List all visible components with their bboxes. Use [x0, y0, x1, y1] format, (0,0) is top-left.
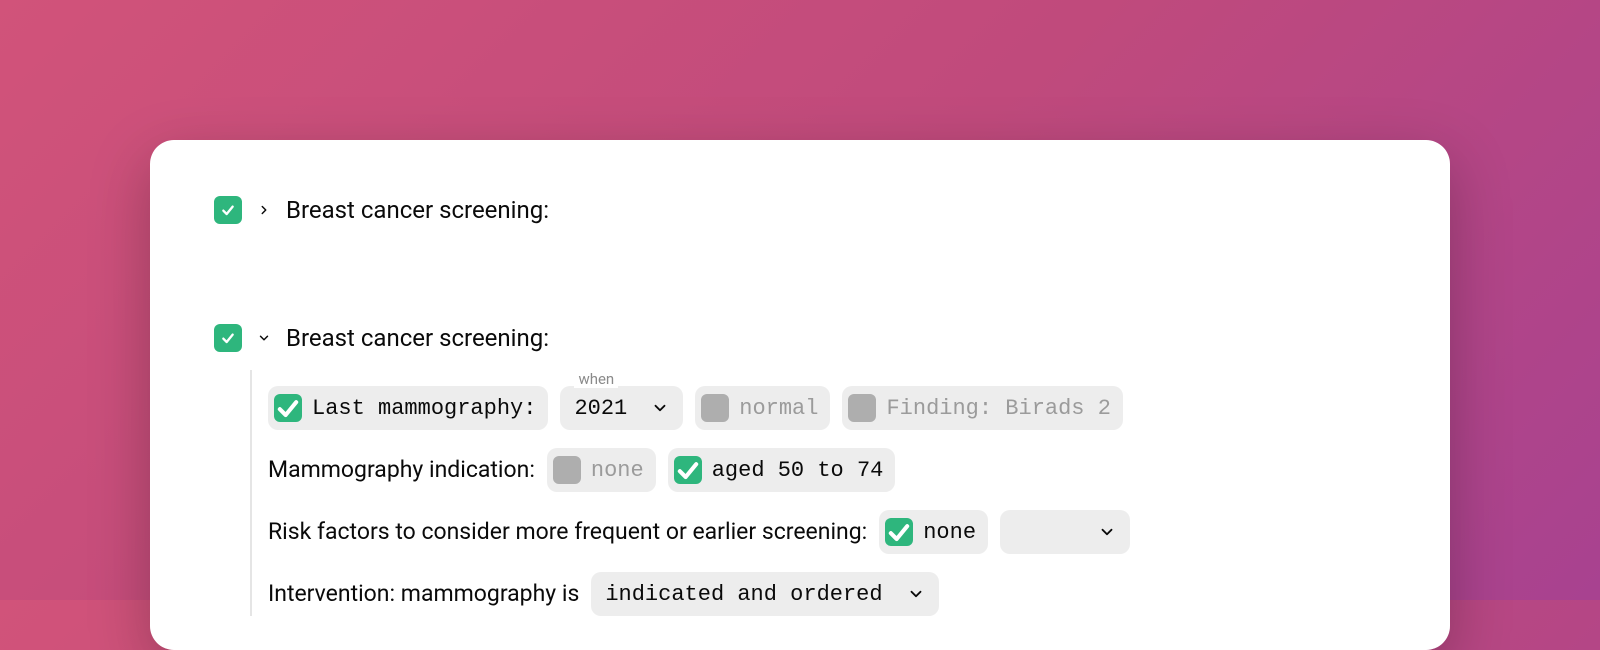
chip-checkbox[interactable] — [674, 456, 702, 484]
chevron-right-icon — [257, 203, 271, 217]
chip-checkbox[interactable] — [274, 394, 302, 422]
check-icon — [885, 518, 913, 546]
chip-label: none — [591, 458, 644, 483]
section-body: Last mammography: when 2021 normal Findi… — [250, 370, 1386, 616]
section-checkbox[interactable] — [214, 324, 242, 352]
intervention-dropdown[interactable]: indicated and ordered — [591, 572, 938, 616]
section-breast-cancer-expanded: Breast cancer screening: — [214, 324, 1386, 352]
chip-checkbox[interactable] — [885, 518, 913, 546]
chip-checkbox[interactable] — [553, 456, 581, 484]
chip-label: none — [923, 520, 976, 545]
row-risk-factors: Risk factors to consider more frequent o… — [268, 510, 1386, 554]
row-last-mammography: Last mammography: when 2021 normal Findi… — [268, 370, 1386, 430]
chip-indication-none[interactable]: none — [547, 448, 656, 492]
form-card: Breast cancer screening: Breast cancer s… — [150, 140, 1450, 650]
chip-label: Last mammography: — [312, 396, 536, 421]
chip-indication-aged[interactable]: aged 50 to 74 — [668, 448, 896, 492]
chip-checkbox[interactable] — [848, 394, 876, 422]
row-label: Mammography indication: — [268, 448, 535, 492]
section-checkbox[interactable] — [214, 196, 242, 224]
chip-finding-birads[interactable]: Finding: Birads 2 — [842, 386, 1122, 430]
chip-normal[interactable]: normal — [695, 386, 830, 430]
chip-last-mammography[interactable]: Last mammography: — [268, 386, 548, 430]
collapse-toggle[interactable] — [254, 328, 274, 348]
check-icon — [220, 330, 236, 346]
chevron-down-icon — [907, 585, 925, 603]
chip-risk-none[interactable]: none — [879, 510, 988, 554]
chip-label: normal — [739, 396, 818, 421]
row-label: Intervention: mammography is — [268, 572, 579, 616]
expand-toggle[interactable] — [254, 200, 274, 220]
when-dropdown[interactable]: 2021 — [560, 386, 683, 430]
chevron-down-icon — [651, 399, 669, 417]
dropdown-value: 2021 — [574, 396, 627, 421]
section-breast-cancer-collapsed: Breast cancer screening: — [214, 196, 1386, 224]
chevron-down-icon — [257, 331, 271, 345]
when-caption: when — [574, 370, 618, 388]
chevron-down-icon — [1098, 523, 1116, 541]
chip-label: Finding: Birads 2 — [886, 396, 1110, 421]
check-icon — [674, 456, 702, 484]
row-label: Risk factors to consider more frequent o… — [268, 510, 867, 554]
check-icon — [274, 394, 302, 422]
check-icon — [220, 202, 236, 218]
chip-label: aged 50 to 74 — [712, 458, 884, 483]
dropdown-value: indicated and ordered — [605, 582, 882, 607]
section-title: Breast cancer screening: — [286, 196, 549, 224]
when-field: when 2021 — [560, 370, 683, 430]
row-indication: Mammography indication: none aged 50 to … — [268, 448, 1386, 492]
chip-checkbox[interactable] — [701, 394, 729, 422]
risk-other-dropdown[interactable] — [1000, 510, 1130, 554]
section-title: Breast cancer screening: — [286, 324, 549, 352]
row-intervention: Intervention: mammography is indicated a… — [268, 572, 1386, 616]
